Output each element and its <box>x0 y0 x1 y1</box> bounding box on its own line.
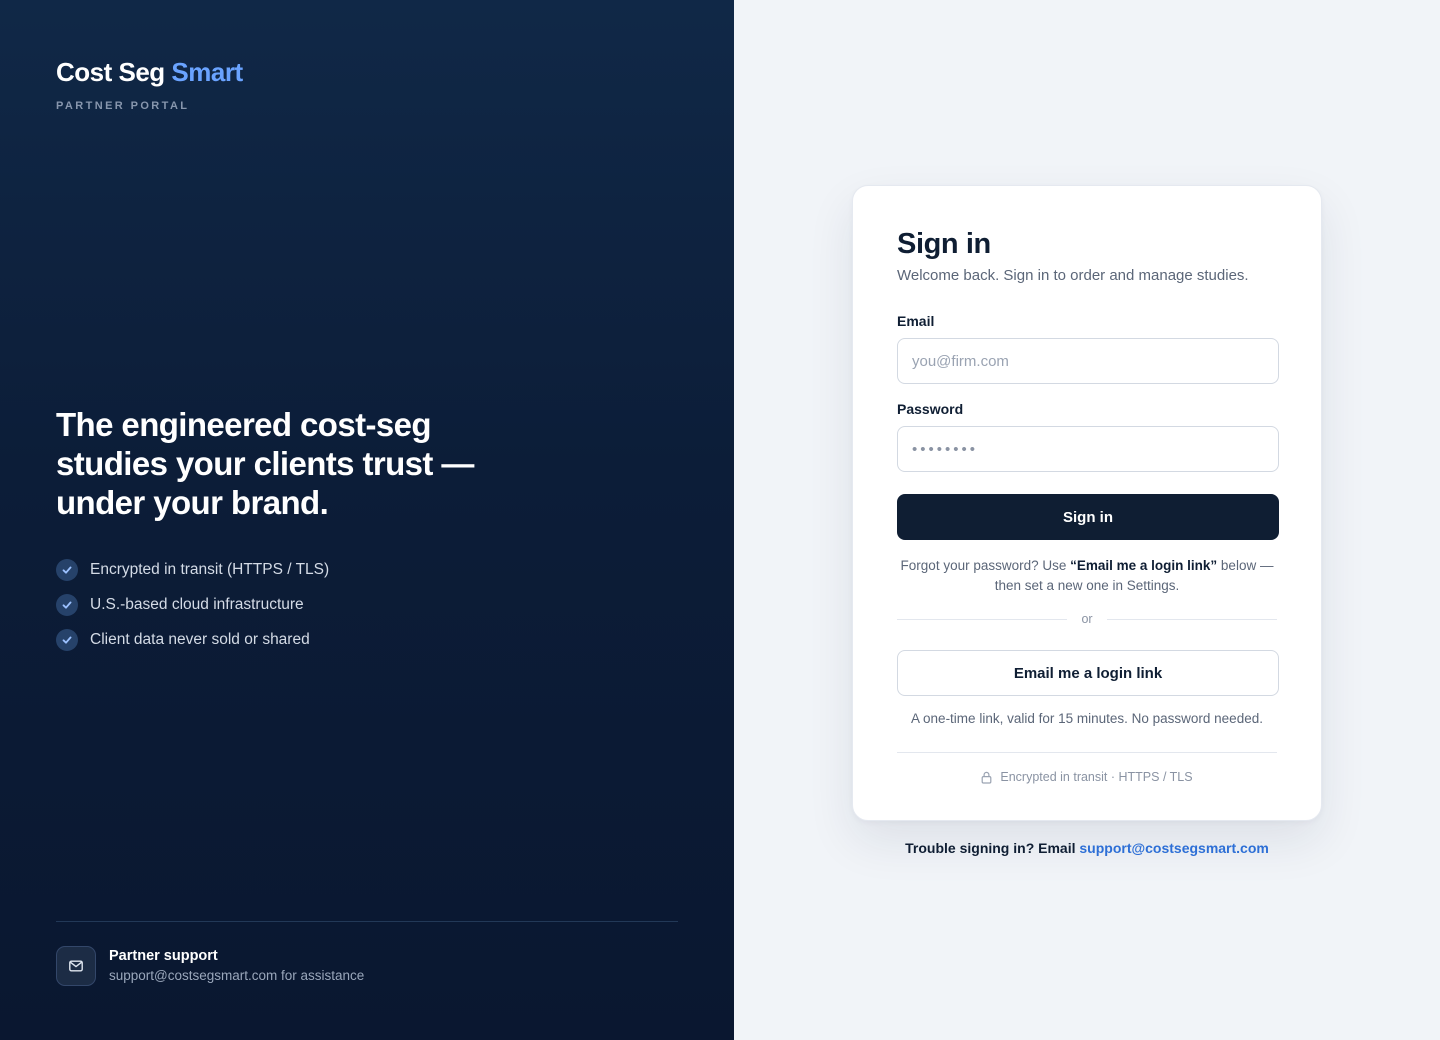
brand-name-accent: Smart <box>171 57 243 87</box>
brand-name-primary: Cost Seg <box>56 57 165 87</box>
card-divider <box>897 752 1277 753</box>
password-input[interactable] <box>897 426 1279 472</box>
signin-card: Sign in Welcome back. Sign in to order a… <box>852 185 1322 821</box>
password-label: Password <box>897 401 964 417</box>
trouble-signing-in: Trouble signing in? Email support@costse… <box>852 838 1322 858</box>
or-line <box>1106 618 1277 620</box>
brand-subtitle: PARTNER PORTAL <box>56 100 190 112</box>
feature-label: Client data never sold or shared <box>90 630 310 648</box>
hero-headline: The engineered cost-seg studies your cli… <box>56 406 474 521</box>
or-divider: or <box>897 612 1277 626</box>
feature-label: Encrypted in transit (HTTPS / TLS) <box>90 560 330 578</box>
forgot-emphasis: “Email me a login link” <box>1070 558 1218 573</box>
brand-logo: Cost Seg Smart <box>56 56 243 88</box>
support-email-link[interactable]: support@costsegsmart.com <box>1079 840 1268 856</box>
email-label: Email <box>897 313 935 329</box>
support-title: Partner support <box>109 948 218 964</box>
forgot-password-note: Forgot your password? Use “Email me a lo… <box>897 556 1277 596</box>
brand: Cost Seg Smart PARTNER PORTAL <box>56 56 243 112</box>
feature-list: Encrypted in transit (HTTPS / TLS) U.S.-… <box>56 552 526 657</box>
feature-item: U.S.-based cloud infrastructure <box>56 587 526 622</box>
signin-title: Sign in <box>897 228 991 260</box>
check-icon <box>56 593 78 616</box>
feature-label: U.S.-based cloud infrastructure <box>90 595 304 613</box>
brand-panel: Cost Seg Smart PARTNER PORTAL The engine… <box>0 0 734 1040</box>
check-icon <box>56 628 78 651</box>
hero: The engineered cost-seg studies your cli… <box>56 405 526 657</box>
support-divider <box>56 921 678 922</box>
forgot-prefix: Forgot your password? Use <box>900 558 1071 573</box>
or-line <box>897 618 1068 620</box>
email-input[interactable] <box>897 338 1279 384</box>
or-text: or <box>1081 612 1093 626</box>
signin-subtitle: Welcome back. Sign in to order and manag… <box>897 267 1249 284</box>
signin-panel: Sign in Welcome back. Sign in to order a… <box>734 0 1440 1040</box>
security-note: Encrypted in transit · HTTPS / TLS <box>897 770 1277 784</box>
sign-in-button[interactable]: Sign in <box>897 494 1279 540</box>
feature-item: Encrypted in transit (HTTPS / TLS) <box>56 552 526 587</box>
trouble-prefix: Trouble signing in? Email <box>905 840 1080 856</box>
feature-item: Client data never sold or shared <box>56 622 526 657</box>
lock-icon <box>981 771 992 784</box>
login-link-note: A one-time link, valid for 15 minutes. N… <box>911 711 1263 726</box>
mail-icon <box>56 946 96 986</box>
email-login-link-button[interactable]: Email me a login link <box>897 650 1279 696</box>
check-icon <box>56 558 78 581</box>
support-text: support@costsegsmart.com for assistance <box>109 968 365 983</box>
security-note-text: Encrypted in transit · HTTPS / TLS <box>1000 770 1193 784</box>
partner-support: Partner support support@costsegsmart.com… <box>56 946 364 986</box>
